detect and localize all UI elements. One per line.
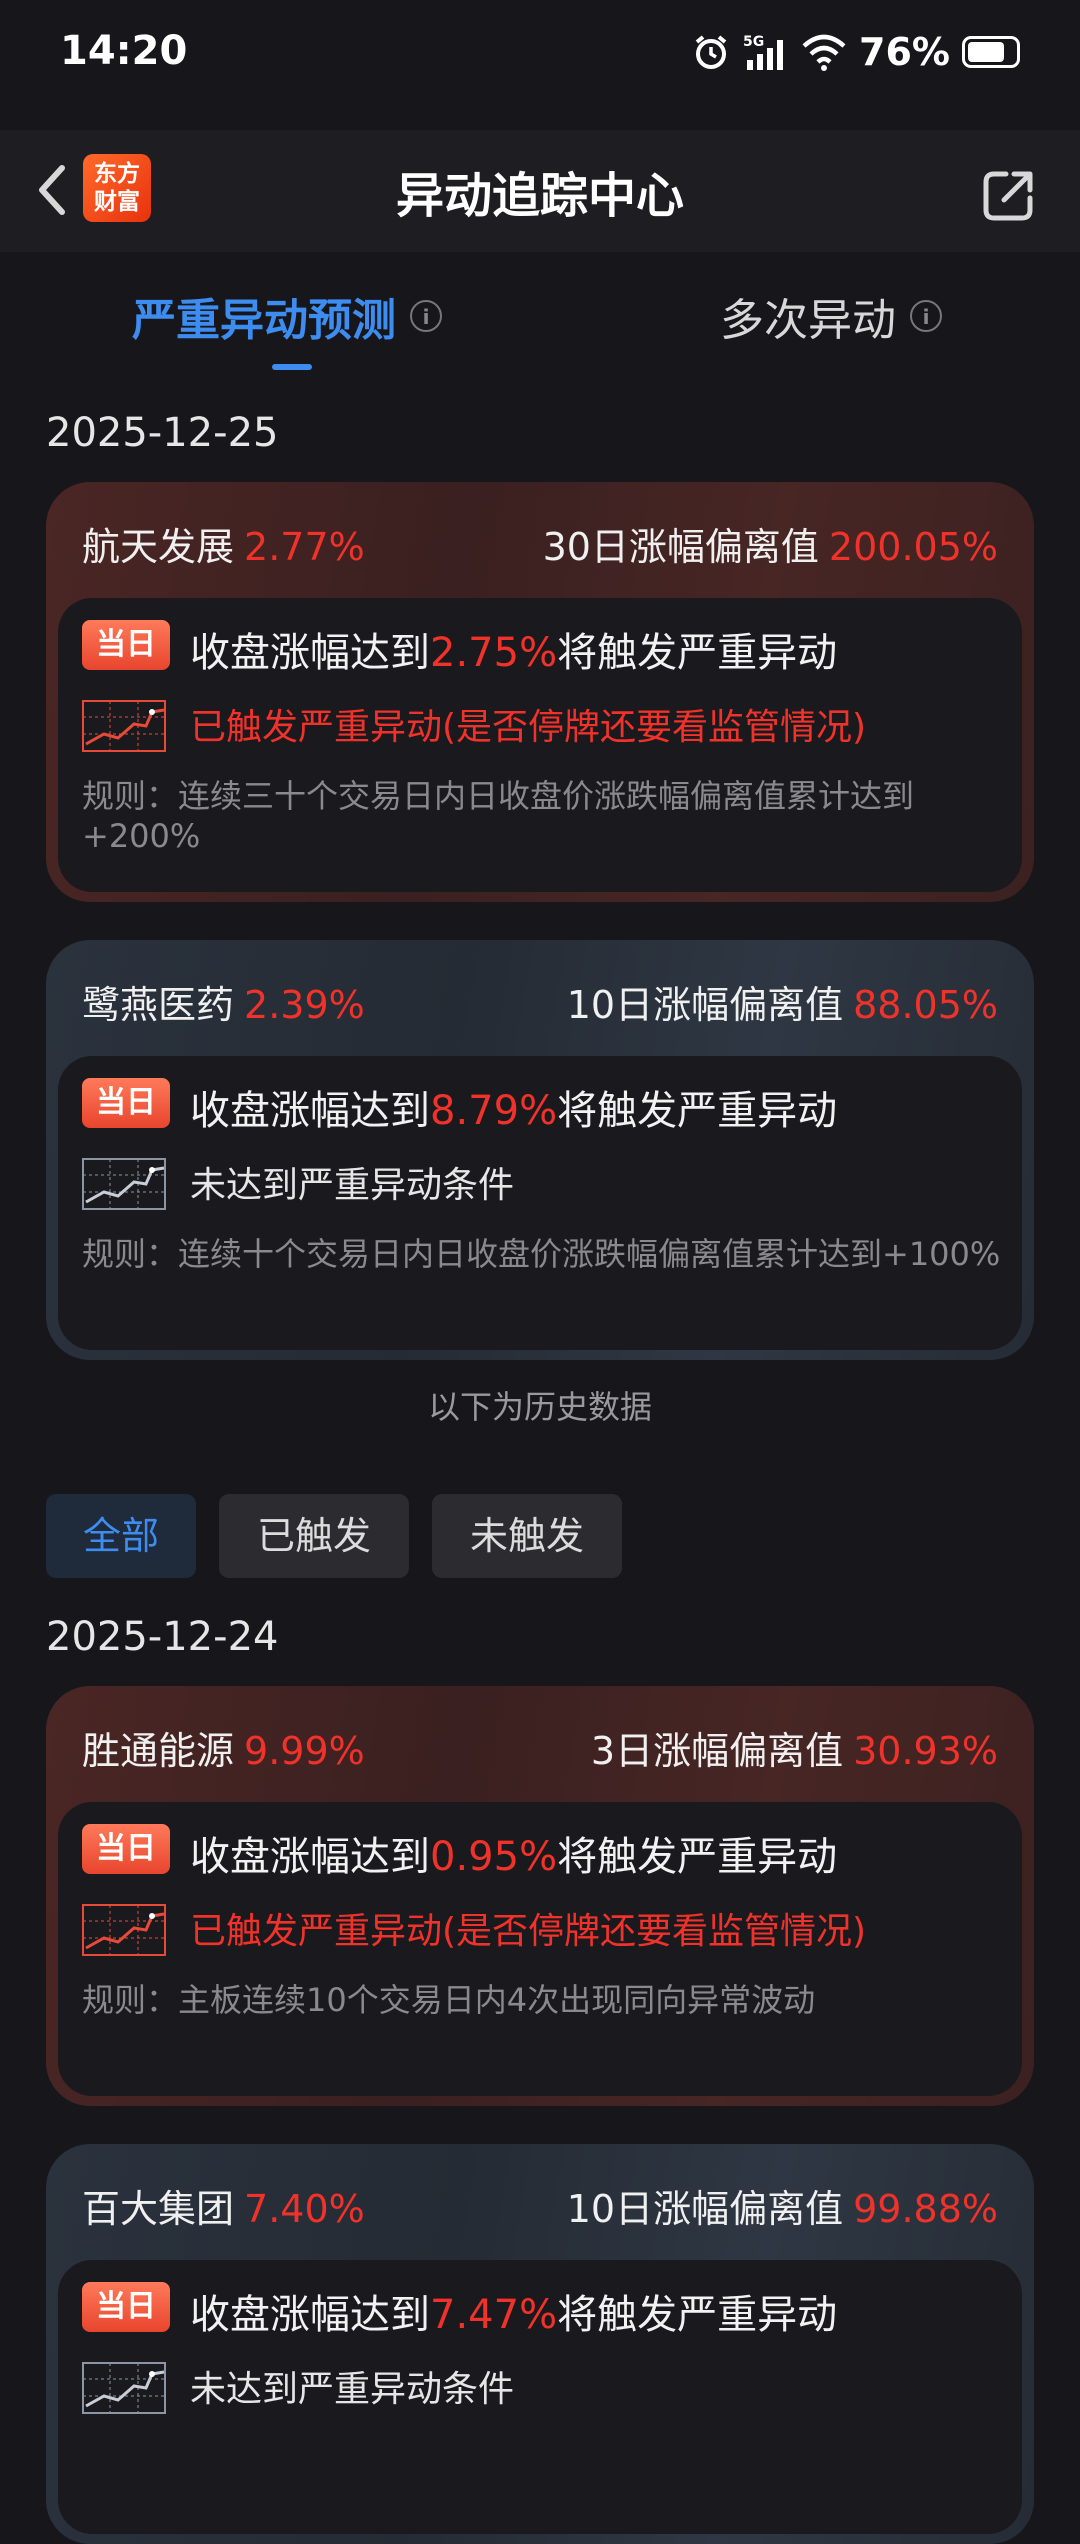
stock-change: 2.39%: [244, 983, 365, 1027]
stock-name: 航天发展: [82, 525, 235, 569]
stock-name: 鹭燕医药: [82, 983, 235, 1027]
chart-trend-icon: [82, 2362, 166, 2414]
tab-bar: 严重异动预测 i 多次异动 i: [0, 256, 1080, 376]
history-divider-text: 以下为历史数据: [427, 1388, 652, 1426]
chart-trend-icon: [82, 700, 166, 752]
stock-card[interactable]: 鹭燕医药 2.39% 10日涨幅偏离值 88.05% 当日 收盘涨幅达到8.79%将…: [46, 940, 1034, 1360]
metric-label: 30日涨幅偏离值: [542, 525, 819, 569]
trigger-line: 收盘涨幅达到0.95%将触发严重异动: [190, 1834, 838, 1880]
metric-value: 200.05%: [828, 525, 998, 569]
status-icons: 5G 76%: [691, 30, 1020, 74]
card-body: 当日 收盘涨幅达到2.75%将触发严重异动 已触发严重异动(是否停牌还要看监管情…: [58, 598, 1022, 892]
trigger-status: 未达到严重异动条件: [190, 2369, 515, 2410]
card-body: 当日 收盘涨幅达到8.79%将触发严重异动 未达到严重异动条件 规则：连续十个交…: [58, 1056, 1022, 1350]
trigger-line: 收盘涨幅达到7.47%将触发严重异动: [190, 2292, 838, 2338]
stock-card[interactable]: 航天发展 2.77% 30日涨幅偏离值 200.05% 当日 收盘涨幅达到2.75%…: [46, 482, 1034, 902]
signal-5g-icon: 5G: [743, 34, 784, 70]
rule-text: 规则：连续三十个交易日内日收盘价涨跌幅偏离值累计达到+200%: [82, 777, 915, 855]
svg-text:5G: 5G: [743, 34, 764, 50]
stock-name: 百大集团: [82, 2187, 235, 2231]
trigger-status: 已触发严重异动(是否停牌还要看监管情况): [190, 1911, 867, 1952]
battery-percent: 76%: [859, 30, 950, 74]
chart-trend-icon: [82, 1904, 166, 1956]
filter-triggered-button[interactable]: 已触发: [219, 1494, 409, 1578]
status-bar: 14:20 5G 76%: [0, 0, 1080, 110]
chart-trend-icon: [82, 1158, 166, 1210]
status-time: 14:20: [60, 28, 188, 74]
filter-untriggered-button[interactable]: 未触发: [432, 1494, 622, 1578]
wifi-icon: [802, 34, 846, 71]
metric-value: 99.88%: [853, 2187, 998, 2231]
stock-change: 9.99%: [244, 1729, 365, 1773]
metric-value: 88.05%: [853, 983, 998, 1027]
info-icon[interactable]: i: [410, 300, 442, 332]
today-badge: 当日: [82, 1824, 170, 1874]
stock-card[interactable]: 胜通能源 9.99% 3日涨幅偏离值 30.93% 当日 收盘涨幅达到0.95%将触…: [46, 1686, 1034, 2106]
tab-multiple-anomaly[interactable]: 多次异动 i: [720, 284, 942, 348]
today-badge: 当日: [82, 1078, 170, 1128]
stock-name: 胜通能源: [82, 1729, 235, 1773]
trigger-status: 未达到严重异动条件: [190, 1165, 515, 1206]
trigger-status: 已触发严重异动(是否停牌还要看监管情况): [190, 707, 867, 748]
tab-severe-prediction[interactable]: 严重异动预测 i: [132, 284, 442, 348]
share-icon[interactable]: [980, 166, 1038, 224]
trigger-line: 收盘涨幅达到2.75%将触发严重异动: [190, 630, 838, 676]
today-badge: 当日: [82, 2282, 170, 2332]
rule-text: 规则：连续十个交易日内日收盘价涨跌幅偏离值累计达到+100%: [82, 1235, 1001, 1273]
app-header: 东方 财富 异动追踪中心: [0, 130, 1080, 252]
stock-card[interactable]: 百大集团 7.40% 10日涨幅偏离值 99.88% 当日 收盘涨幅达到7.47%将…: [46, 2144, 1034, 2544]
rule-text: 规则：主板连续10个交易日内4次出现同向异常波动: [82, 1981, 816, 2019]
section-date: 2025-12-25: [46, 410, 279, 456]
metric-label: 10日涨幅偏离值: [566, 2187, 844, 2231]
section-date: 2025-12-24: [46, 1614, 279, 1660]
metric-value: 30.93%: [853, 1729, 998, 1773]
page-title: 异动追踪中心: [395, 168, 684, 224]
card-body: 当日 收盘涨幅达到7.47%将触发严重异动 未达到严重异动条件: [58, 2260, 1022, 2534]
active-tab-indicator: [272, 364, 312, 370]
today-badge: 当日: [82, 620, 170, 670]
info-icon[interactable]: i: [910, 300, 942, 332]
metric-label: 3日涨幅偏离值: [590, 1729, 844, 1773]
filter-all-button[interactable]: 全部: [46, 1494, 196, 1578]
card-body: 当日 收盘涨幅达到0.95%将触发严重异动 已触发严重异动(是否停牌还要看监管情…: [58, 1802, 1022, 2096]
trigger-line: 收盘涨幅达到8.79%将触发严重异动: [190, 1088, 838, 1134]
battery-icon: [962, 36, 1020, 68]
metric-label: 10日涨幅偏离值: [566, 983, 844, 1027]
stock-change: 7.40%: [244, 2187, 365, 2231]
stock-change: 2.77%: [244, 525, 365, 569]
alarm-icon: [695, 35, 727, 69]
